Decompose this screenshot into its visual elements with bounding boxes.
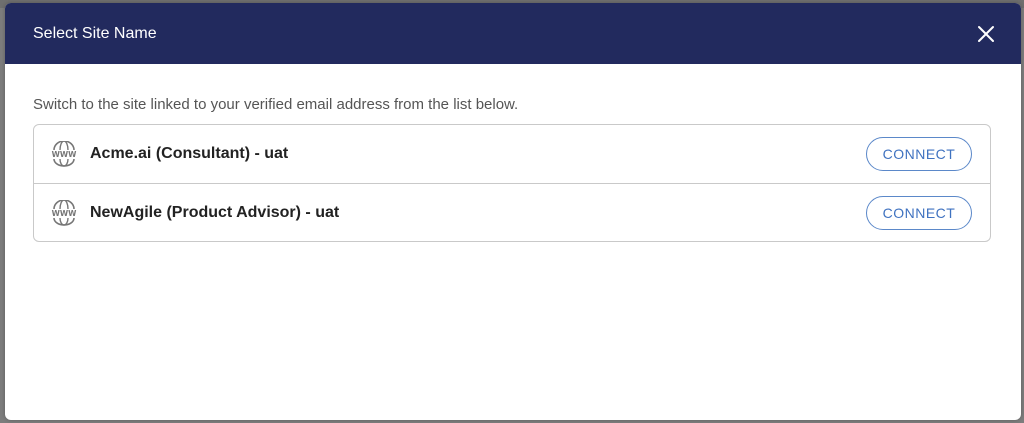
site-info: WWW Acme.ai (Consultant) - uat [50, 141, 288, 167]
site-row: WWW NewAgile (Product Advisor) - uat CON… [34, 183, 990, 241]
site-name: Acme.ai (Consultant) - uat [90, 145, 289, 162]
close-icon[interactable] [975, 23, 997, 45]
www-globe-icon: WWW [52, 141, 78, 167]
modal-body: Switch to the site linked to your verifi… [5, 64, 1021, 242]
intro-text: Switch to the site linked to your verifi… [33, 96, 519, 113]
site-row: WWW Acme.ai (Consultant) - uat CONNECT [34, 125, 990, 183]
modal-header: Select Site Name [5, 3, 1021, 64]
www-globe-icon: WWW [52, 199, 78, 226]
svg-text:WWW: WWW [52, 150, 78, 159]
connect-button[interactable]: CONNECT [866, 195, 972, 230]
svg-text:WWW: WWW [52, 209, 78, 218]
select-site-modal: Select Site Name Switch to the site link… [5, 3, 1021, 420]
site-list: WWW Acme.ai (Consultant) - uat CONNECT W… [33, 124, 991, 242]
site-info: WWW NewAgile (Product Advisor) - uat [50, 199, 340, 226]
connect-button[interactable]: CONNECT [866, 137, 972, 171]
site-name: NewAgile (Product Advisor) - uat [90, 203, 340, 221]
modal-title: Select Site Name [33, 24, 157, 42]
